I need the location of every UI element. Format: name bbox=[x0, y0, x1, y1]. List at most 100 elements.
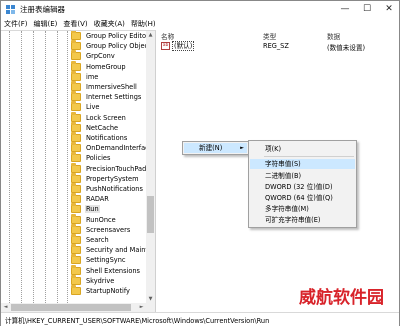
tree-item[interactable]: Shell Extensions bbox=[71, 264, 155, 276]
menu-favorites[interactable]: 收藏夹(A) bbox=[91, 18, 128, 30]
close-button[interactable]: ✕ bbox=[378, 1, 400, 18]
tree-item[interactable]: Live bbox=[71, 101, 155, 112]
tree-item[interactable]: Run bbox=[71, 203, 155, 214]
tree-item[interactable]: Security and Mainte bbox=[71, 244, 155, 255]
scroll-left-arrow-icon[interactable]: ◄ bbox=[1, 303, 10, 312]
minimize-button[interactable]: — bbox=[334, 1, 356, 18]
tree-item[interactable]: SettingSync bbox=[71, 254, 155, 265]
submenu-qword-value[interactable]: QWORD (64 位)值(Q) bbox=[250, 193, 355, 203]
registry-app-icon bbox=[6, 5, 15, 14]
tree-item[interactable]: RunOnce bbox=[71, 213, 155, 225]
tree-item-label: RADAR bbox=[86, 195, 109, 204]
folder-icon bbox=[71, 101, 81, 112]
tree-item-label: GrpConv bbox=[86, 52, 115, 61]
value-row[interactable]: ab (默认) REG_SZ (数值未设置) bbox=[157, 41, 399, 52]
submenu-arrow-icon: ► bbox=[240, 145, 244, 151]
folder-icon bbox=[71, 121, 81, 132]
tree-item-label: OnDemandInterface bbox=[86, 144, 153, 153]
tree-item[interactable]: Lock Screen bbox=[71, 111, 155, 123]
tree-guide-line bbox=[33, 31, 34, 312]
tree-item-label: ImmersiveShell bbox=[86, 83, 137, 91]
maximize-button[interactable]: ☐ bbox=[356, 1, 378, 18]
tree-item[interactable]: Search bbox=[71, 234, 155, 245]
tree-guide-line bbox=[45, 31, 46, 312]
folder-icon bbox=[71, 132, 81, 142]
scroll-right-arrow-icon[interactable]: ► bbox=[137, 303, 146, 312]
tree-item-label: PrecisionTouchPad bbox=[86, 164, 147, 173]
submenu-key[interactable]: 项(K) bbox=[250, 144, 355, 154]
scroll-up-arrow-icon[interactable]: ▲ bbox=[146, 31, 155, 40]
tree-guide-line bbox=[67, 31, 68, 312]
tree-item[interactable]: Notifications bbox=[71, 132, 155, 143]
column-header-data[interactable]: 数据 bbox=[327, 31, 340, 41]
tree-item[interactable]: Internet Settings bbox=[71, 91, 155, 102]
menu-edit[interactable]: 编辑(E) bbox=[31, 18, 61, 30]
tree-item-label: Skydrive bbox=[86, 276, 115, 285]
folder-icon bbox=[71, 50, 81, 61]
tree-item-label: Notifications bbox=[86, 134, 128, 142]
tree-item[interactable]: PropertySystem bbox=[71, 172, 155, 184]
string-value-icon: ab bbox=[161, 42, 170, 50]
submenu-multi-string-value[interactable]: 多字符串值(M) bbox=[250, 204, 355, 214]
tree-item[interactable]: Group Policy Editor bbox=[71, 31, 155, 41]
folder-icon bbox=[71, 223, 81, 234]
tree-item[interactable]: GrpConv bbox=[71, 50, 155, 61]
folder-icon bbox=[71, 244, 81, 255]
horizontal-scroll-thumb[interactable] bbox=[11, 304, 131, 311]
tree-item[interactable]: RADAR bbox=[71, 193, 155, 204]
tree-item-label: Internet Settings bbox=[86, 93, 142, 102]
tree-item-label: Security and Mainte bbox=[86, 246, 153, 255]
tree-vertical-scrollbar[interactable]: ▲ ▼ bbox=[146, 31, 155, 312]
tree-item-label: Lock Screen bbox=[86, 113, 126, 122]
tree-item[interactable]: PushNotifications bbox=[71, 183, 155, 194]
tree-item[interactable]: OnDemandInterface bbox=[71, 142, 155, 153]
tree-item-label: StartupNotify bbox=[86, 287, 130, 295]
tree-item[interactable]: Screensavers bbox=[71, 223, 155, 235]
tree-item-label: Search bbox=[86, 236, 109, 244]
tree-item-label: Run bbox=[85, 205, 100, 214]
tree-item-label: Screensavers bbox=[86, 225, 131, 234]
folder-icon bbox=[71, 152, 81, 163]
context-menu-new[interactable]: 新建(N) ► bbox=[184, 143, 247, 153]
window-title: 注册表编辑器 bbox=[20, 5, 65, 14]
tree-item-label: Live bbox=[86, 103, 100, 112]
tree-item[interactable]: ime bbox=[71, 70, 155, 82]
folder-icon bbox=[71, 254, 81, 265]
menu-view[interactable]: 查看(V) bbox=[60, 18, 90, 30]
submenu-separator bbox=[264, 156, 354, 157]
submenu-dword-value[interactable]: DWORD (32 位)值(D) bbox=[250, 182, 355, 192]
new-submenu: 项(K) 字符串值(S) 二进制值(B) DWORD (32 位)值(D) QW… bbox=[248, 140, 357, 228]
value-type: REG_SZ bbox=[263, 42, 289, 50]
tree-item[interactable]: PrecisionTouchPad bbox=[71, 162, 155, 174]
submenu-binary-value[interactable]: 二进制值(B) bbox=[250, 171, 355, 181]
submenu-string-value[interactable]: 字符串值(S) bbox=[250, 159, 355, 169]
status-bar: 计算机\HKEY_CURRENT_USER\SOFTWARE\Microsoft… bbox=[1, 312, 399, 326]
scroll-thumb[interactable] bbox=[147, 196, 154, 233]
tree-item[interactable]: Policies bbox=[71, 152, 155, 163]
tree-item[interactable]: HomeGroup bbox=[71, 60, 155, 72]
folder-icon bbox=[71, 70, 81, 81]
folder-icon bbox=[71, 60, 81, 71]
tree-item[interactable]: NetCache bbox=[71, 121, 155, 133]
menu-file[interactable]: 文件(F) bbox=[1, 18, 31, 30]
context-menu: 新建(N) ► bbox=[182, 141, 249, 155]
folder-icon bbox=[71, 264, 81, 275]
tree-item[interactable]: Skydrive bbox=[71, 274, 155, 286]
registry-tree[interactable]: Group Policy Editor Group Policy Objec Grp… bbox=[1, 30, 156, 312]
folder-icon bbox=[71, 111, 81, 122]
column-header-type[interactable]: 类型 bbox=[263, 31, 276, 41]
column-header-name[interactable]: 名称 bbox=[161, 31, 174, 41]
folder-icon bbox=[71, 142, 81, 153]
tree-horizontal-scrollbar[interactable]: ◄ ► bbox=[1, 303, 146, 312]
tree-item[interactable]: ImmersiveShell bbox=[71, 81, 155, 92]
site-watermark: 威航软件园 bbox=[299, 288, 384, 308]
tree-item-label: PropertySystem bbox=[86, 174, 139, 183]
tree-item[interactable]: StartupNotify bbox=[71, 285, 155, 296]
tree-item[interactable]: Group Policy Objec bbox=[71, 40, 155, 51]
menu-help[interactable]: 帮助(H) bbox=[128, 18, 159, 30]
submenu-expandable-string-value[interactable]: 可扩充字符串值(E) bbox=[250, 215, 355, 225]
tree-item-label: Shell Extensions bbox=[86, 266, 140, 275]
folder-icon bbox=[71, 193, 81, 204]
folder-icon bbox=[71, 162, 81, 173]
scroll-down-arrow-icon[interactable]: ▼ bbox=[146, 295, 155, 304]
